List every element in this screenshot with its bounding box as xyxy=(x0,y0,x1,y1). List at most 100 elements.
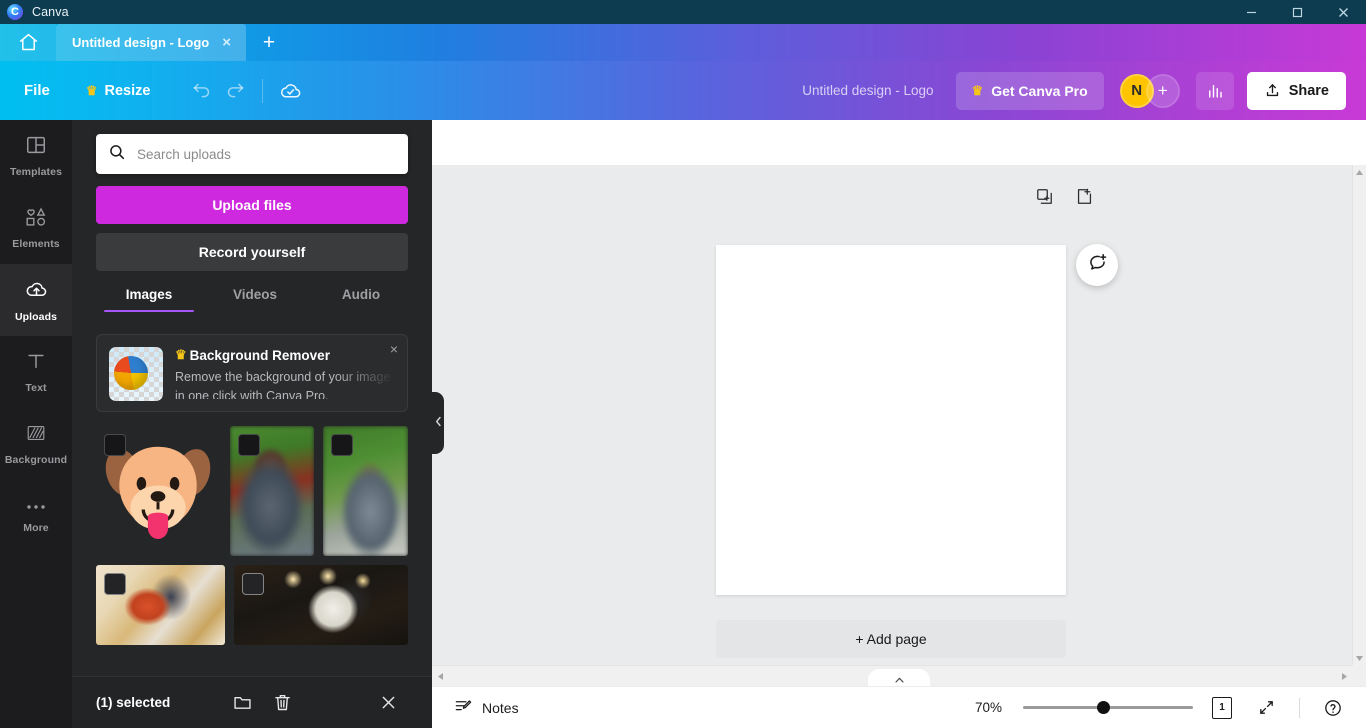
canvas-area: + Add page Notes 70% 1 xyxy=(432,120,1366,728)
selection-checkbox[interactable] xyxy=(331,434,354,456)
sidebar-item-background[interactable]: Background xyxy=(0,408,72,480)
record-yourself-button[interactable]: Record yourself xyxy=(96,233,408,271)
bar-chart-icon[interactable] xyxy=(1195,71,1234,110)
cloud-saved-icon[interactable] xyxy=(273,74,307,108)
panel-collapse-handle[interactable] xyxy=(432,392,444,454)
scroll-track[interactable] xyxy=(1353,179,1366,651)
chevron-left-icon xyxy=(435,416,442,430)
beachball-checker-icon xyxy=(109,347,163,401)
uploads-cloud-icon xyxy=(25,278,48,306)
window-controls xyxy=(1228,0,1366,24)
collaborators: N + xyxy=(1119,73,1180,108)
dog-emoji-thumbnail[interactable] xyxy=(96,426,221,556)
uploads-panel-scroll: Upload files Record yourself Images Vide… xyxy=(72,120,432,676)
search-container xyxy=(72,120,432,174)
page-count-badge: 1 xyxy=(1212,696,1235,722)
beach-ball-shape xyxy=(114,356,148,390)
tab-audio[interactable]: Audio xyxy=(308,287,414,312)
uploads-row xyxy=(96,565,408,645)
tab-images[interactable]: Images xyxy=(96,287,202,312)
selection-checkbox[interactable] xyxy=(237,434,260,456)
maximize-button[interactable] xyxy=(1274,0,1320,24)
get-canva-pro-label: Get Canva Pro xyxy=(991,82,1088,99)
uploads-action-bar: (1) selected xyxy=(72,676,432,728)
add-comment-button[interactable] xyxy=(1076,244,1118,286)
redo-icon[interactable] xyxy=(218,74,252,108)
trash-icon[interactable] xyxy=(262,683,302,723)
home-button[interactable] xyxy=(0,24,56,61)
selection-checkbox[interactable] xyxy=(104,573,126,595)
sidebar-item-elements[interactable]: Elements xyxy=(0,192,72,264)
park-portrait-thumbnail-1[interactable] xyxy=(229,426,315,556)
share-upload-icon xyxy=(1266,84,1278,97)
uploads-panel: Upload files Record yourself Images Vide… xyxy=(72,120,432,728)
background-remover-promo[interactable]: ♛ Background Remover Remove the backgrou… xyxy=(96,334,408,412)
sidebar-item-uploads[interactable]: Uploads xyxy=(0,264,72,336)
folder-icon[interactable] xyxy=(222,683,262,723)
media-type-tabs: Images Videos Audio xyxy=(96,287,408,312)
chevron-up-icon xyxy=(894,675,904,685)
add-page-button[interactable]: + Add page xyxy=(716,620,1066,658)
search-icon xyxy=(108,143,126,166)
browser-tab-strip: Untitled design - Logo × + xyxy=(0,24,1366,61)
dance-photo-thumbnail[interactable] xyxy=(234,565,408,645)
more-dots-icon xyxy=(25,499,47,517)
zoom-slider-knob[interactable] xyxy=(1097,701,1110,714)
file-menu-button[interactable]: File xyxy=(24,82,50,99)
sidebar-item-templates[interactable]: Templates xyxy=(0,120,72,192)
close-icon[interactable] xyxy=(368,683,408,723)
share-button[interactable]: Share xyxy=(1246,71,1346,110)
promo-description: Remove the background of your image in o… xyxy=(175,370,391,399)
search-box[interactable] xyxy=(96,134,408,174)
scroll-down-arrow[interactable] xyxy=(1353,651,1366,665)
duplicate-page-icon[interactable] xyxy=(1035,187,1054,211)
zoom-slider[interactable] xyxy=(1023,701,1193,715)
minimize-button[interactable] xyxy=(1228,0,1274,24)
templates-icon xyxy=(25,134,47,161)
get-canva-pro-button[interactable]: ♛ Get Canva Pro xyxy=(955,71,1104,110)
dance-painting-thumbnail[interactable] xyxy=(96,565,226,645)
sidebar-label-elements: Elements xyxy=(12,238,60,250)
close-icon[interactable]: × xyxy=(219,33,234,52)
design-tab[interactable]: Untitled design - Logo × xyxy=(56,24,246,61)
scroll-up-arrow[interactable] xyxy=(1353,165,1366,179)
crown-icon: ♛ xyxy=(85,82,98,98)
scroll-right-arrow[interactable] xyxy=(1336,666,1352,687)
close-button[interactable] xyxy=(1320,0,1366,24)
sidebar-item-more[interactable]: More xyxy=(0,480,72,552)
crown-icon: ♛ xyxy=(971,82,984,98)
close-icon[interactable]: × xyxy=(390,341,398,357)
sidebar-label-templates: Templates xyxy=(9,166,63,178)
fullscreen-icon[interactable] xyxy=(1251,693,1281,723)
window-title: Canva xyxy=(32,5,69,19)
design-page-canvas[interactable] xyxy=(716,245,1066,595)
sidebar-label-more: More xyxy=(23,521,49,534)
upload-files-button[interactable]: Upload files xyxy=(96,186,408,224)
uploads-grid xyxy=(96,426,408,645)
notes-button[interactable]: Notes xyxy=(454,697,519,719)
tab-videos[interactable]: Videos xyxy=(202,287,308,312)
bottom-panel-collapse-tab[interactable] xyxy=(868,669,930,686)
help-icon[interactable] xyxy=(1318,693,1348,723)
bottom-status-bar: Notes 70% 1 xyxy=(432,686,1366,728)
crown-icon: ♛ xyxy=(175,347,187,362)
park-portrait-thumbnail-2[interactable] xyxy=(323,426,408,556)
canvas-vertical-scrollbar[interactable] xyxy=(1352,165,1366,665)
sidebar-label-text: Text xyxy=(25,382,47,394)
document-title[interactable]: Untitled design - Logo xyxy=(802,83,933,98)
selection-checkbox[interactable] xyxy=(242,573,265,595)
resize-button[interactable]: ♛ Resize xyxy=(86,83,151,99)
invite-members-button[interactable]: + xyxy=(1145,73,1180,108)
status-divider xyxy=(1299,697,1300,718)
add-page-icon[interactable] xyxy=(1075,187,1094,211)
selection-checkbox[interactable] xyxy=(104,434,126,456)
canva-logo-letter: C xyxy=(11,6,19,18)
new-tab-button[interactable]: + xyxy=(246,24,292,61)
canvas-scroll-body[interactable]: + Add page xyxy=(432,165,1352,665)
page-count-button[interactable]: 1 xyxy=(1207,693,1237,723)
sidebar-item-text[interactable]: Text xyxy=(0,336,72,408)
scroll-left-arrow[interactable] xyxy=(432,666,448,687)
background-icon xyxy=(25,422,47,449)
search-input[interactable] xyxy=(137,146,396,162)
undo-icon[interactable] xyxy=(184,74,218,108)
